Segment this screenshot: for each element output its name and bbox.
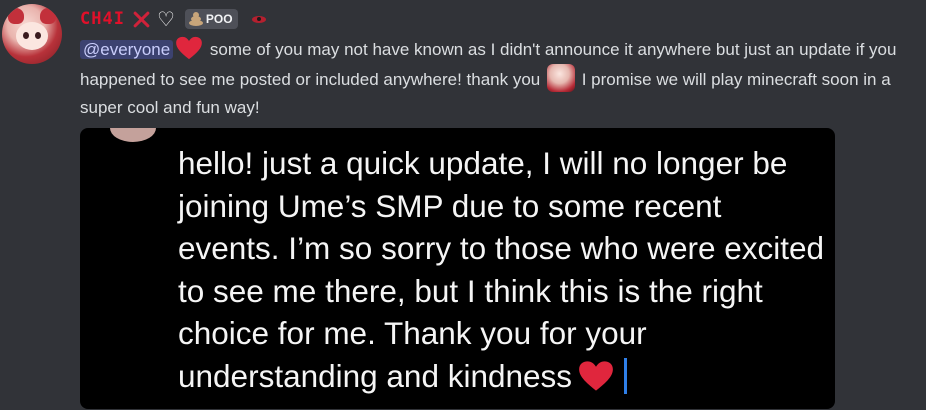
eye-emoji-icon — [251, 14, 266, 24]
avatar-face — [16, 22, 48, 50]
avatar-eye-right — [35, 32, 41, 39]
poo-icon — [188, 12, 203, 26]
avatar-eye-left — [23, 32, 29, 39]
attachment-text: hello! just a quick update, I will no lo… — [178, 142, 828, 397]
text-cursor-caret — [624, 357, 628, 394]
red-heart-icon — [176, 36, 203, 60]
attachment-avatar-peek — [110, 128, 156, 142]
avatar[interactable] — [2, 4, 62, 64]
server-tag-badge[interactable]: POO — [184, 9, 238, 29]
everyone-mention[interactable]: @everyone — [80, 40, 174, 59]
server-tag-text: POO — [205, 12, 233, 26]
red-heart-icon — [579, 360, 613, 391]
attachment-text-content: hello! just a quick update, I will no lo… — [178, 145, 825, 394]
attachment-image[interactable]: hello! just a quick update, I will no lo… — [80, 128, 835, 409]
message-content: @everyone some of you may not have known… — [80, 36, 926, 122]
chat-message: CH4I ♡ POO @everyone some of you may not… — [0, 0, 926, 410]
x-mark-icon — [131, 9, 151, 29]
custom-emoji-avatar-icon — [547, 64, 575, 92]
message-header: CH4I ♡ POO — [80, 6, 266, 32]
white-heart-icon: ♡ — [156, 7, 175, 31]
username[interactable]: CH4I — [80, 9, 125, 29]
avatar-ear-right — [40, 8, 56, 24]
avatar-ear-left — [8, 8, 24, 24]
